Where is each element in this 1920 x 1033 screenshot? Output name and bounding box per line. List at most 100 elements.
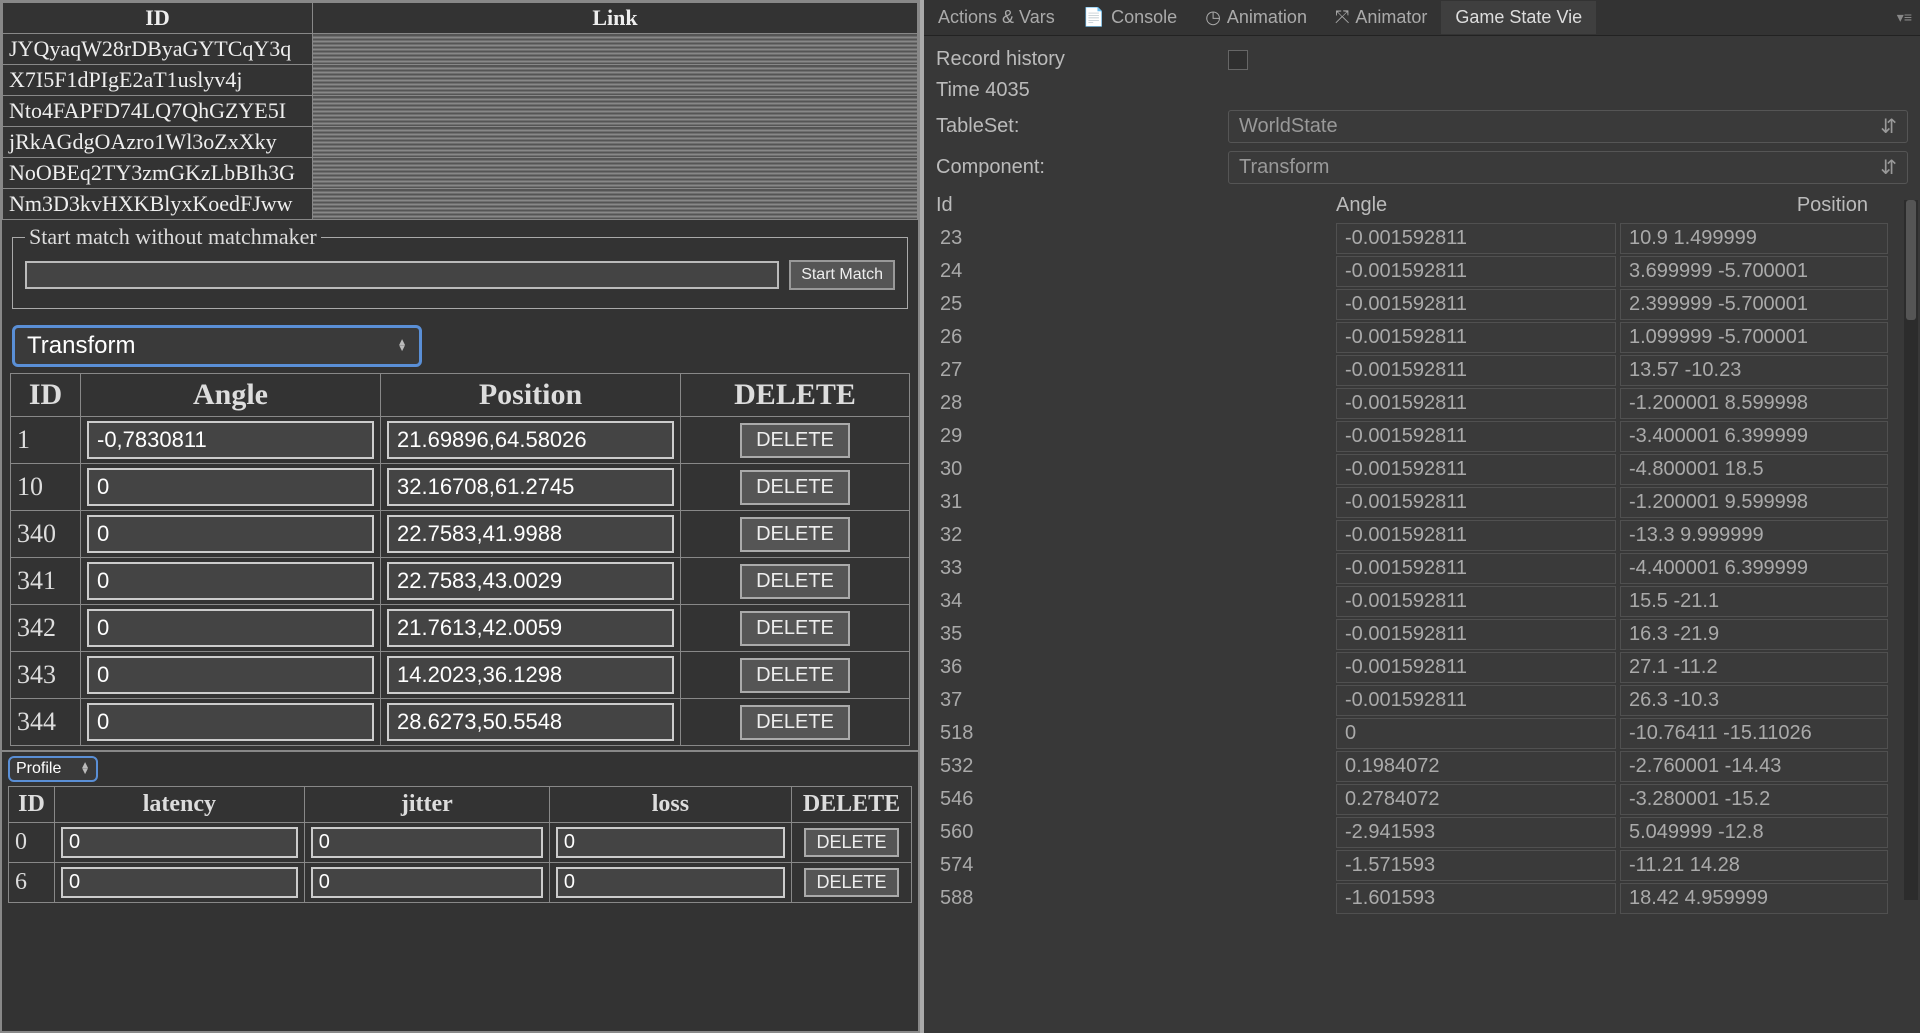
link-value[interactable]	[313, 189, 918, 220]
angle-input[interactable]	[87, 656, 374, 694]
delete-button[interactable]: DELETE	[740, 423, 850, 458]
gamestate-row: 30 -0.001592811 -4.800001 18.5	[936, 454, 1908, 485]
tableset-dropdown[interactable]: WorldState ⇵	[1228, 110, 1908, 143]
jitter-input[interactable]	[311, 867, 543, 898]
gs-position[interactable]: 15.5 -21.1	[1620, 586, 1888, 617]
start-match-input[interactable]	[25, 261, 779, 289]
angle-input[interactable]	[87, 703, 374, 741]
scrollbar[interactable]	[1904, 200, 1918, 900]
gs-angle[interactable]: -1.601593	[1336, 883, 1616, 914]
row-id: 10	[11, 464, 81, 511]
gs-angle[interactable]: -0.001592811	[1336, 289, 1616, 320]
gs-position[interactable]: -1.200001 8.599998	[1620, 388, 1888, 419]
gs-angle[interactable]: -0.001592811	[1336, 421, 1616, 452]
link-value[interactable]	[313, 34, 918, 65]
angle-input[interactable]	[87, 609, 374, 647]
gs-angle[interactable]: -0.001592811	[1336, 685, 1616, 716]
delete-button[interactable]: DELETE	[740, 611, 850, 646]
profile-section: Profile ▲▼ ID latency jitter loss DELETE…	[2, 750, 918, 903]
tab-menu-icon[interactable]: ▾≡	[1889, 9, 1920, 26]
gs-position[interactable]: 18.42 4.959999	[1620, 883, 1888, 914]
transform-header-position: Position	[381, 374, 681, 417]
position-input[interactable]	[387, 562, 674, 600]
position-input[interactable]	[387, 468, 674, 506]
link-value[interactable]	[313, 127, 918, 158]
component-dropdown[interactable]: Transform ⇵	[1228, 151, 1908, 184]
gs-position[interactable]: -1.200001 9.599998	[1620, 487, 1888, 518]
position-input[interactable]	[387, 421, 674, 459]
gs-angle[interactable]: -0.001592811	[1336, 586, 1616, 617]
angle-input[interactable]	[87, 562, 374, 600]
tab-console[interactable]: 📄Console	[1069, 1, 1191, 34]
gs-angle[interactable]: -1.571593	[1336, 850, 1616, 881]
angle-input[interactable]	[87, 421, 374, 459]
gs-position[interactable]: 1.099999 -5.700001	[1620, 322, 1888, 353]
gs-position[interactable]: -13.3 9.999999	[1620, 520, 1888, 551]
gs-angle[interactable]: -0.001592811	[1336, 388, 1616, 419]
jitter-input[interactable]	[311, 827, 543, 858]
component-select-value: Transform	[27, 332, 135, 360]
gs-angle[interactable]: -2.941593	[1336, 817, 1616, 848]
gs-position[interactable]: 3.699999 -5.700001	[1620, 256, 1888, 287]
start-match-button[interactable]: Start Match	[789, 260, 895, 290]
gs-angle[interactable]: -0.001592811	[1336, 553, 1616, 584]
gs-position[interactable]: -11.21 14.28	[1620, 850, 1888, 881]
gs-angle[interactable]: -0.001592811	[1336, 619, 1616, 650]
loss-input[interactable]	[556, 827, 785, 858]
gs-position[interactable]: 2.399999 -5.700001	[1620, 289, 1888, 320]
tab-animator[interactable]: ⤧Animator	[1321, 1, 1441, 34]
gs-position[interactable]: 16.3 -21.9	[1620, 619, 1888, 650]
gs-position[interactable]: -3.280001 -15.2	[1620, 784, 1888, 815]
gs-angle[interactable]: -0.001592811	[1336, 223, 1616, 254]
delete-button[interactable]: DELETE	[804, 868, 898, 897]
gs-position[interactable]: 27.1 -11.2	[1620, 652, 1888, 683]
link-value[interactable]	[313, 158, 918, 189]
delete-button[interactable]: DELETE	[740, 517, 850, 552]
tab-actions-vars[interactable]: Actions & Vars	[924, 1, 1069, 34]
tab-animation[interactable]: ◷Animation	[1191, 1, 1321, 34]
position-input[interactable]	[387, 609, 674, 647]
gs-angle[interactable]: -0.001592811	[1336, 256, 1616, 287]
angle-input[interactable]	[87, 468, 374, 506]
gs-position[interactable]: -10.76411 -15.11026	[1620, 718, 1888, 749]
position-input[interactable]	[387, 515, 674, 553]
link-value[interactable]	[313, 96, 918, 127]
gs-angle[interactable]: -0.001592811	[1336, 652, 1616, 683]
gs-angle[interactable]: 0.2784072	[1336, 784, 1616, 815]
link-value[interactable]	[313, 65, 918, 96]
gs-angle[interactable]: -0.001592811	[1336, 355, 1616, 386]
angle-input[interactable]	[87, 515, 374, 553]
record-history-checkbox[interactable]	[1228, 50, 1248, 70]
component-select[interactable]: Transform ▲▼	[12, 325, 422, 367]
delete-button[interactable]: DELETE	[740, 564, 850, 599]
scrollbar-thumb[interactable]	[1906, 200, 1916, 320]
delete-button[interactable]: DELETE	[740, 658, 850, 693]
gs-position[interactable]: -2.760001 -14.43	[1620, 751, 1888, 782]
gs-angle[interactable]: 0.1984072	[1336, 751, 1616, 782]
gs-position[interactable]: -4.400001 6.399999	[1620, 553, 1888, 584]
latency-input[interactable]	[61, 867, 298, 898]
gs-id: 29	[936, 421, 1336, 452]
gs-position[interactable]: -4.800001 18.5	[1620, 454, 1888, 485]
gs-position[interactable]: 13.57 -10.23	[1620, 355, 1888, 386]
gs-angle[interactable]: -0.001592811	[1336, 322, 1616, 353]
tab-game-state-vie[interactable]: Game State Vie	[1441, 1, 1596, 34]
delete-button[interactable]: DELETE	[740, 470, 850, 505]
gs-position[interactable]: 26.3 -10.3	[1620, 685, 1888, 716]
gs-position[interactable]: 10.9 1.499999	[1620, 223, 1888, 254]
position-input[interactable]	[387, 703, 674, 741]
profile-select[interactable]: Profile ▲▼	[8, 756, 98, 782]
gs-position[interactable]: 5.049999 -12.8	[1620, 817, 1888, 848]
gs-angle[interactable]: -0.001592811	[1336, 487, 1616, 518]
latency-input[interactable]	[61, 827, 298, 858]
gs-angle[interactable]: 0	[1336, 718, 1616, 749]
gs-id: 35	[936, 619, 1336, 650]
gs-angle[interactable]: -0.001592811	[1336, 520, 1616, 551]
position-input[interactable]	[387, 656, 674, 694]
loss-input[interactable]	[556, 867, 785, 898]
gs-angle[interactable]: -0.001592811	[1336, 454, 1616, 485]
table-row: 343 DELETE	[11, 652, 910, 699]
gs-position[interactable]: -3.400001 6.399999	[1620, 421, 1888, 452]
delete-button[interactable]: DELETE	[804, 828, 898, 857]
delete-button[interactable]: DELETE	[740, 705, 850, 740]
